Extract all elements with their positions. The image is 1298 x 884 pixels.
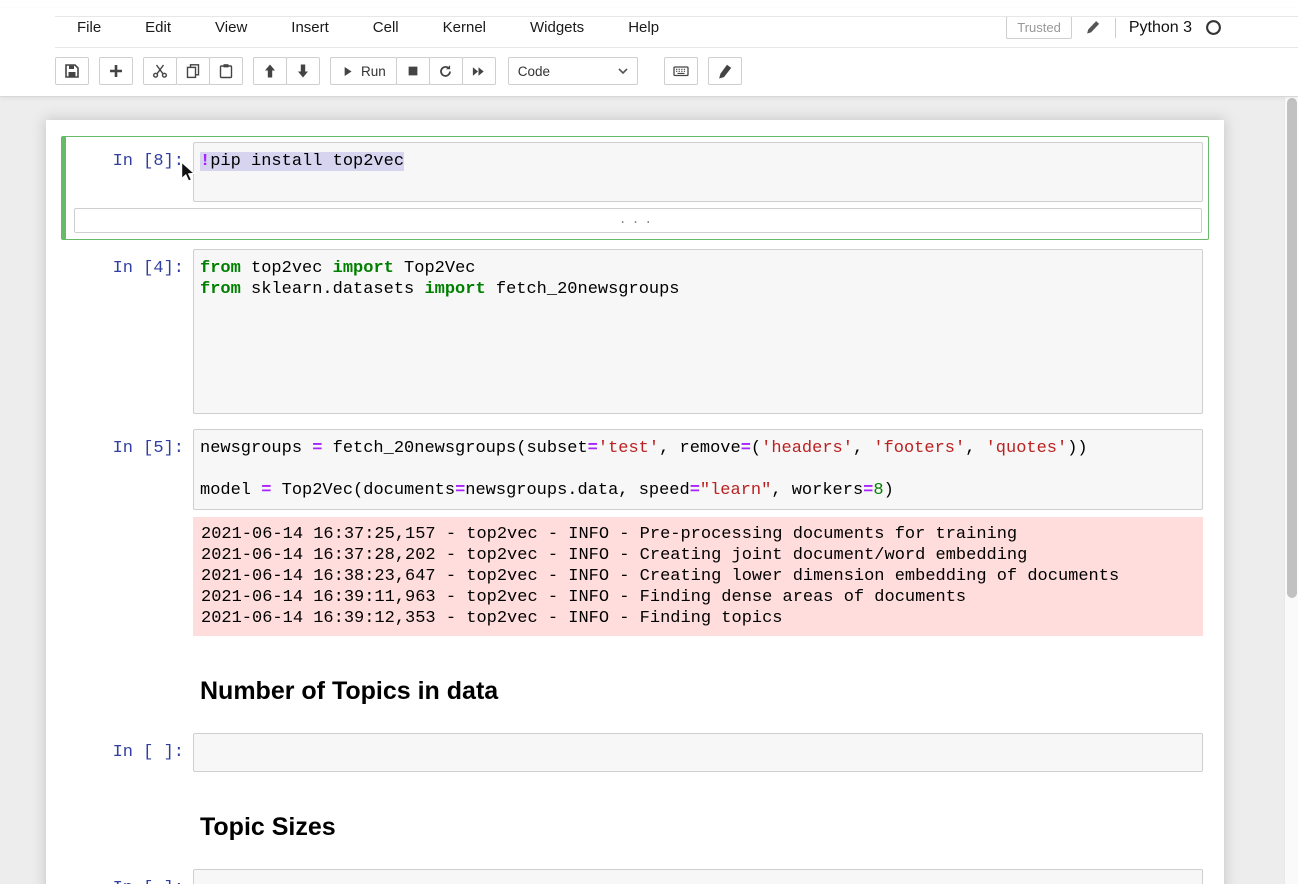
menu-kernel[interactable]: Kernel: [421, 8, 508, 47]
keyboard-icon: [672, 63, 690, 79]
kernel-idle-indicator-icon: [1205, 19, 1222, 36]
extension-brush-button[interactable]: [708, 57, 742, 85]
paste-cell-button[interactable]: [209, 57, 243, 85]
input-prompt: [67, 787, 193, 854]
code-editor[interactable]: newsgroups = fetch_20newsgroups(subset='…: [193, 429, 1203, 510]
move-cell-down-button[interactable]: [286, 57, 320, 85]
paste-icon: [218, 63, 234, 79]
interrupt-kernel-button[interactable]: [396, 57, 430, 85]
markdown-cell[interactable]: Topic Sizes: [61, 781, 1209, 860]
run-button[interactable]: Run: [330, 57, 397, 85]
header-divider: [55, 16, 1298, 17]
scissors-icon: [152, 63, 168, 79]
output-area: 2021-06-14 16:37:25,157 - top2vec - INFO…: [67, 517, 1203, 636]
code-cell[interactable]: In [4]:from top2vec import Top2Vecfrom s…: [61, 243, 1209, 420]
menu-bar: File Edit View Insert Cell Kernel Widget…: [55, 8, 1298, 48]
refresh-icon: [438, 64, 453, 79]
toolbar: Run Code: [0, 48, 1298, 88]
code-cell[interactable]: In [ ]:: [61, 863, 1209, 884]
header-vertical-divider: [1115, 18, 1116, 38]
stderr-output: 2021-06-14 16:37:25,157 - top2vec - INFO…: [193, 517, 1203, 636]
code-cell[interactable]: In [5]:newsgroups = fetch_20newsgroups(s…: [61, 423, 1209, 642]
input-prompt: [67, 651, 193, 718]
markdown-heading: Number of Topics in data: [200, 677, 1203, 706]
cell-type-value: Code: [518, 64, 550, 79]
code-cell[interactable]: In [8]:!pip install top2vec ...: [61, 136, 1209, 240]
input-prompt: In [5]:: [67, 429, 193, 510]
code-editor[interactable]: [193, 869, 1203, 884]
copy-cell-button[interactable]: [176, 57, 210, 85]
menu-edit[interactable]: Edit: [123, 8, 193, 47]
input-prompt: In [ ]:: [67, 733, 193, 772]
save-icon: [64, 63, 80, 79]
arrow-down-icon: [295, 63, 311, 79]
markdown-heading: Topic Sizes: [200, 813, 1203, 842]
collapsed-output-toggle[interactable]: ...: [74, 208, 1202, 233]
cell-type-dropdown[interactable]: Code: [508, 57, 638, 85]
scrollbar-thumb[interactable]: [1287, 98, 1297, 598]
input-prompt: In [8]:: [67, 142, 193, 202]
command-palette-button[interactable]: [664, 57, 698, 85]
menu-file[interactable]: File: [55, 8, 123, 47]
stop-icon: [406, 64, 420, 78]
run-label: Run: [361, 64, 386, 79]
input-prompt: In [ ]:: [67, 869, 193, 884]
move-cell-up-button[interactable]: [253, 57, 287, 85]
notebook-scroll-area[interactable]: In [8]:!pip install top2vec ...In [4]:fr…: [0, 96, 1284, 884]
code-editor[interactable]: [193, 733, 1203, 772]
restart-run-all-button[interactable]: [462, 57, 496, 85]
add-cell-button[interactable]: [99, 57, 133, 85]
menu-cell[interactable]: Cell: [351, 8, 421, 47]
copy-icon: [185, 63, 201, 79]
save-button[interactable]: [55, 57, 89, 85]
menu-view[interactable]: View: [193, 8, 269, 47]
markdown-content: Number of Topics in data: [193, 651, 1203, 718]
markdown-content: Topic Sizes: [193, 787, 1203, 854]
fast-forward-icon: [471, 64, 486, 79]
menu-widgets[interactable]: Widgets: [508, 8, 606, 47]
code-editor[interactable]: from top2vec import Top2Vecfrom sklearn.…: [193, 249, 1203, 414]
chevron-down-icon: [618, 68, 628, 75]
brush-icon: [717, 63, 733, 79]
markdown-cell[interactable]: Number of Topics in data: [61, 645, 1209, 724]
code-cell[interactable]: In [ ]:: [61, 727, 1209, 778]
notebook-cells: In [8]:!pip install top2vec ...In [4]:fr…: [61, 136, 1209, 884]
kernel-name: Python 3: [1129, 19, 1192, 37]
notebook-header: File Edit View Insert Cell Kernel Widget…: [0, 8, 1298, 96]
notebook-container: In [8]:!pip install top2vec ...In [4]:fr…: [46, 120, 1224, 884]
edit-mode-pencil-icon: [1085, 19, 1102, 36]
cut-cell-button[interactable]: [143, 57, 177, 85]
restart-kernel-button[interactable]: [429, 57, 463, 85]
menu-insert[interactable]: Insert: [269, 8, 351, 47]
play-icon: [341, 65, 354, 78]
trusted-badge[interactable]: Trusted: [1006, 16, 1072, 39]
vertical-scrollbar[interactable]: [1284, 96, 1298, 884]
arrow-up-icon: [262, 63, 278, 79]
menubar-right-cluster: Trusted Python 3: [1006, 16, 1222, 39]
code-editor[interactable]: !pip install top2vec: [193, 142, 1203, 202]
menu-help[interactable]: Help: [606, 8, 681, 47]
plus-icon: [108, 63, 124, 79]
input-prompt: In [4]:: [67, 249, 193, 414]
